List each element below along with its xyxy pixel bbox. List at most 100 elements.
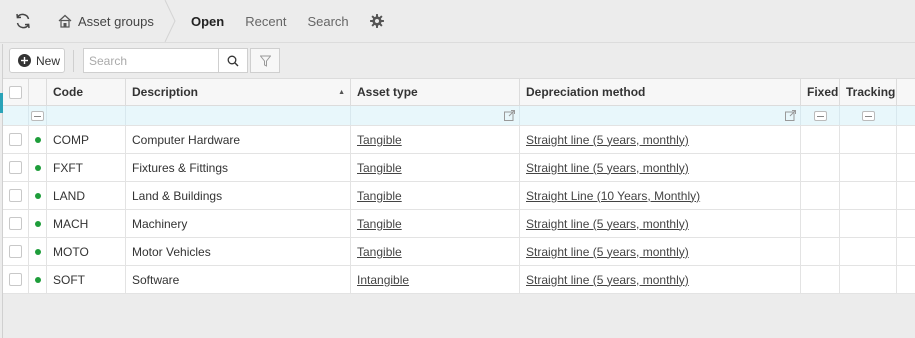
row-spacer [897, 238, 915, 265]
row-fixed [801, 238, 840, 265]
grid-body: COMP Computer Hardware Tangible Straight… [3, 126, 915, 294]
select-all-checkbox[interactable] [9, 85, 22, 99]
gear-icon[interactable] [369, 14, 384, 28]
search-input[interactable] [83, 48, 218, 73]
filter-fixed [801, 106, 840, 125]
tab-bar: Open Recent Search [191, 0, 384, 42]
row-tracking [840, 126, 897, 153]
filter-description[interactable] [126, 106, 351, 125]
row-asset-type-link[interactable]: Tangible [357, 161, 402, 175]
row-tracking [840, 266, 897, 293]
row-select-cell [3, 210, 29, 237]
filter-icon [259, 55, 271, 67]
row-status-cell [29, 266, 47, 293]
table-row[interactable]: FXFT Fixtures & Fittings Tangible Straig… [3, 154, 915, 182]
row-depreciation-link[interactable]: Straight Line (10 Years, Monthly) [526, 189, 700, 203]
table-row[interactable]: MACH Machinery Tangible Straight line (5… [3, 210, 915, 238]
grid-filter-row [3, 106, 915, 126]
table-row[interactable]: LAND Land & Buildings Tangible Straight … [3, 182, 915, 210]
row-checkbox[interactable] [9, 189, 22, 202]
asset-groups-grid: Code Description ▲ Asset type Depreciatio… [3, 78, 915, 294]
sort-ascending-icon: ▲ [338, 88, 345, 96]
row-description: Fixtures & Fittings [126, 154, 351, 181]
tab-recent[interactable]: Recent [245, 14, 286, 29]
lookup-icon[interactable] [504, 110, 515, 121]
column-header-depreciation-method[interactable]: Depreciation method [520, 79, 801, 105]
row-asset-type-link[interactable]: Tangible [357, 217, 402, 231]
row-description: Machinery [126, 210, 351, 237]
header-spacer [897, 79, 915, 105]
row-checkbox[interactable] [9, 245, 22, 258]
row-asset-type-cell: Tangible [351, 210, 520, 237]
row-status-cell [29, 182, 47, 209]
row-depreciation-link[interactable]: Straight line (5 years, monthly) [526, 217, 689, 231]
new-button[interactable]: New [9, 48, 65, 73]
row-depreciation-link[interactable]: Straight line (5 years, monthly) [526, 133, 689, 147]
tab-open[interactable]: Open [191, 14, 224, 29]
filter-asset-type[interactable] [351, 106, 520, 125]
filter-cell-select [3, 106, 29, 125]
row-fixed [801, 126, 840, 153]
row-asset-type-cell: Tangible [351, 182, 520, 209]
collapse-icon[interactable] [31, 110, 44, 121]
row-code: SOFT [47, 266, 126, 293]
row-spacer [897, 266, 915, 293]
active-status-dot [34, 164, 41, 171]
row-status-cell [29, 238, 47, 265]
row-asset-type-cell: Tangible [351, 154, 520, 181]
table-row[interactable]: SOFT Software Intangible Straight line (… [3, 266, 915, 294]
row-code: COMP [47, 126, 126, 153]
row-asset-type-link[interactable]: Tangible [357, 189, 402, 203]
breadcrumb-label: Asset groups [78, 13, 154, 29]
row-depreciation-link[interactable]: Straight line (5 years, monthly) [526, 161, 689, 175]
row-tracking [840, 210, 897, 237]
row-code: FXFT [47, 154, 126, 181]
tab-search[interactable]: Search [307, 14, 348, 29]
row-checkbox[interactable] [9, 217, 22, 230]
column-header-tracking[interactable]: Tracking [840, 79, 897, 105]
table-row[interactable]: MOTO Motor Vehicles Tangible Straight li… [3, 238, 915, 266]
search-button[interactable] [218, 48, 248, 73]
row-spacer [897, 210, 915, 237]
row-spacer [897, 126, 915, 153]
column-header-description[interactable]: Description ▲ [126, 79, 351, 105]
row-checkbox[interactable] [9, 133, 22, 146]
row-code: LAND [47, 182, 126, 209]
filter-tracking-toggle[interactable] [861, 110, 875, 121]
row-depreciation-cell: Straight line (5 years, monthly) [520, 154, 801, 181]
toolbar-divider [73, 50, 74, 72]
row-description: Land & Buildings [126, 182, 351, 209]
select-all-cell [3, 79, 29, 105]
filter-cell-status [29, 106, 47, 125]
row-asset-type-link[interactable]: Tangible [357, 245, 402, 259]
row-depreciation-link[interactable]: Straight line (5 years, monthly) [526, 245, 689, 259]
column-header-fixed[interactable]: Fixed [801, 79, 840, 105]
row-description: Motor Vehicles [126, 238, 351, 265]
home-icon [58, 14, 72, 28]
filter-code[interactable] [47, 106, 126, 125]
filter-depreciation-method[interactable] [520, 106, 801, 125]
breadcrumb[interactable]: Asset groups [50, 0, 167, 42]
column-header-code[interactable]: Code [47, 79, 126, 105]
row-spacer [897, 154, 915, 181]
row-asset-type-link[interactable]: Intangible [357, 273, 409, 287]
row-select-cell [3, 182, 29, 209]
new-button-label: New [36, 53, 61, 68]
refresh-icon[interactable] [13, 11, 33, 31]
column-header-tracking-label: Tracking [846, 85, 896, 99]
column-header-asset-type[interactable]: Asset type [351, 79, 520, 105]
row-asset-type-link[interactable]: Tangible [357, 133, 402, 147]
row-checkbox[interactable] [9, 161, 22, 174]
filter-button[interactable] [250, 48, 280, 73]
row-depreciation-link[interactable]: Straight line (5 years, monthly) [526, 273, 689, 287]
row-fixed [801, 266, 840, 293]
filter-fixed-toggle[interactable] [813, 110, 827, 121]
row-tracking [840, 182, 897, 209]
lookup-icon[interactable] [785, 110, 796, 121]
table-row[interactable]: COMP Computer Hardware Tangible Straight… [3, 126, 915, 154]
row-checkbox[interactable] [9, 273, 22, 286]
row-description: Computer Hardware [126, 126, 351, 153]
row-status-cell [29, 210, 47, 237]
row-description: Software [126, 266, 351, 293]
search-icon [227, 55, 239, 66]
